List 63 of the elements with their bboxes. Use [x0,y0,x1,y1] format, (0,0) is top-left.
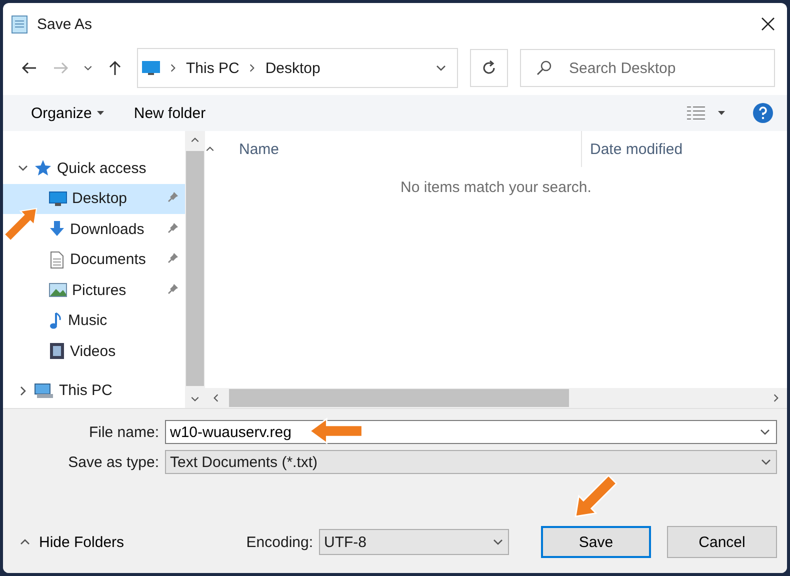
search-icon [536,60,552,76]
nav-item[interactable]: Downloads [3,214,185,244]
document-icon [49,250,65,269]
arrow-right-icon [53,61,69,75]
organize-button[interactable]: Organize [29,102,106,124]
scroll-right-icon [771,393,781,403]
music-note-icon [49,312,63,330]
pin-icon [167,252,179,264]
nav-item[interactable]: Documents [3,244,185,275]
details-view-icon [687,106,705,120]
film-icon [49,342,65,360]
breadcrumb-chevron-icon [168,63,178,73]
refresh-button[interactable] [470,49,508,87]
refresh-icon [481,60,497,76]
breadcrumb-item[interactable]: This PC [186,60,240,76]
save-type-dropdown[interactable]: Text Documents (*.txt) [165,450,777,474]
arrow-up-icon [108,60,122,76]
recent-dropdown-icon [83,63,93,73]
monitor-icon [49,190,67,207]
scroll-up-icon [190,135,200,145]
dialog-button[interactable]: Cancel [667,526,777,558]
computer-icon [34,382,54,399]
view-options-button[interactable] [685,104,727,122]
breadcrumb-item[interactable]: Desktop [265,60,320,76]
download-icon [49,220,65,238]
pin-icon [167,282,179,295]
column-header[interactable]: Date modified [590,140,683,158]
search-field[interactable]: Search Desktop [520,49,775,87]
save-type-label: Save as type: [68,454,159,470]
sort-caret-icon [205,144,215,154]
help-icon[interactable] [753,103,773,123]
caret-down-icon [718,110,725,116]
nav-item[interactable]: This PC [3,376,185,406]
new-folder-button[interactable]: New folder [132,102,208,124]
nav-item[interactable]: Pictures [3,275,185,306]
vertical-scrollbar[interactable] [185,131,205,408]
scroll-down-icon [190,394,200,404]
caret-down-icon [96,110,104,116]
hide-folders-button[interactable]: Hide Folders [19,534,124,550]
empty-message: No items match your search. [400,179,592,196]
scroll-left-icon [211,393,221,403]
nav-item[interactable]: Quick access [3,153,185,184]
star-icon [34,159,52,178]
encoding-label: Encoding: [246,534,313,550]
nav-item[interactable]: Desktop [3,184,185,214]
pin-icon [167,191,179,204]
file-name-field[interactable]: w10-wuauserv.reg [165,420,777,444]
window-title: Save As [37,16,94,32]
nav-item[interactable]: Music [3,306,185,336]
image-icon [49,282,67,298]
file-name-label: File name: [88,424,159,440]
column-header[interactable]: Name [239,140,280,158]
monitor-icon [142,61,160,75]
pointer-arrow-icon [308,417,364,445]
notepad-icon [11,14,29,34]
nav-item[interactable]: Videos [3,336,185,366]
horizontal-scrollbar[interactable] [205,388,787,408]
dialog-button[interactable]: Save [541,526,651,558]
arrow-left-icon [21,61,37,75]
pin-icon [167,222,179,234]
encoding-dropdown[interactable]: UTF-8 [319,529,509,555]
close-icon[interactable] [761,17,775,31]
address-bar[interactable]: This PC Desktop [137,48,458,88]
